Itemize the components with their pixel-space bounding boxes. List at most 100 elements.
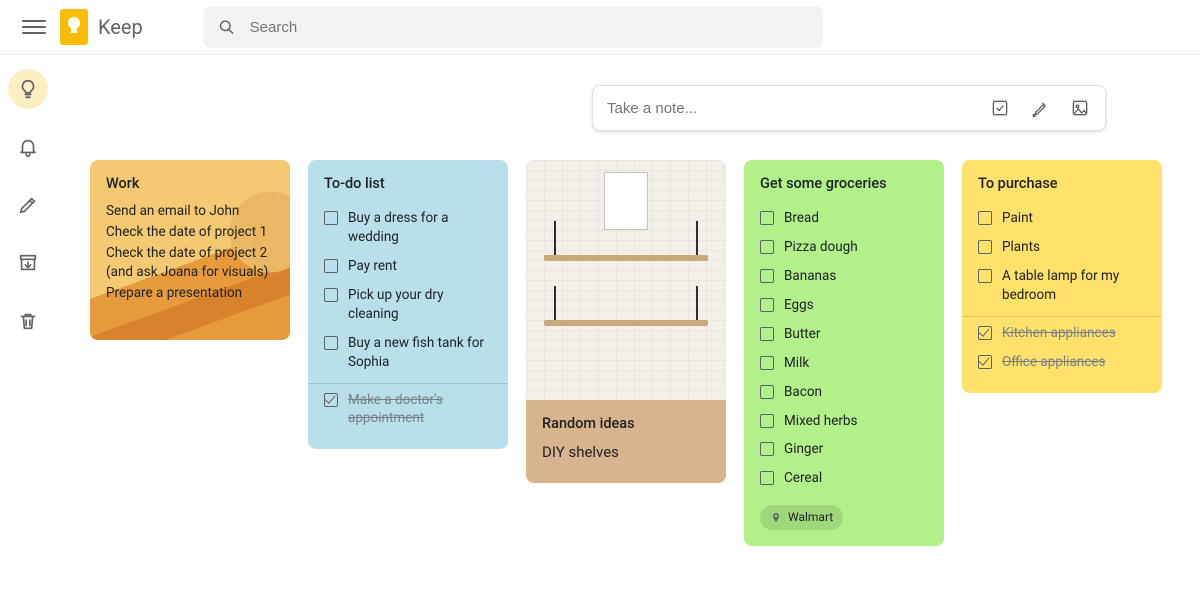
- note-groceries[interactable]: Get some groceries Bread Pizza dough Ban…: [744, 160, 944, 546]
- take-note-input[interactable]: [607, 100, 989, 117]
- sidebar-item-archive[interactable]: [8, 243, 48, 283]
- archive-icon: [17, 252, 39, 274]
- checkbox-icon[interactable]: [760, 269, 774, 283]
- list-item-text: Make a doctor's appointment: [348, 391, 492, 429]
- note-title: Work: [106, 174, 274, 194]
- checkbox-icon[interactable]: [760, 240, 774, 254]
- shelf-decoration: [544, 255, 708, 261]
- list-item-text: Pay rent: [348, 257, 397, 276]
- image-icon: [1070, 98, 1090, 118]
- list-item[interactable]: Kitchen appliances: [978, 319, 1146, 348]
- list-item-text: Plants: [1002, 238, 1040, 257]
- checkbox-icon[interactable]: [760, 327, 774, 341]
- note-image: [526, 160, 726, 400]
- sidebar-item-notes[interactable]: [8, 69, 48, 109]
- list-item-text: Buy a dress for a wedding: [348, 209, 492, 247]
- note-title: Random ideas: [542, 414, 710, 434]
- list-item[interactable]: Buy a dress for a wedding: [324, 204, 492, 252]
- list-item[interactable]: Butter: [760, 320, 928, 349]
- checkbox-icon[interactable]: [760, 356, 774, 370]
- list-item-text: Kitchen appliances: [1002, 324, 1116, 343]
- take-note-bar[interactable]: [592, 85, 1106, 131]
- list-item-text: Buy a new fish tank for Sophia: [348, 334, 492, 372]
- main-menu-button[interactable]: [14, 7, 54, 47]
- list-item[interactable]: Eggs: [760, 291, 928, 320]
- checkbox-icon[interactable]: [978, 211, 992, 225]
- checkbox-icon[interactable]: [324, 336, 338, 350]
- sidebar: [0, 55, 55, 341]
- list-item-text: Bacon: [784, 383, 822, 402]
- list-item[interactable]: Buy a new fish tank for Sophia: [324, 329, 492, 377]
- framed-art-decoration: [604, 172, 648, 230]
- sidebar-item-reminders[interactable]: [8, 127, 48, 167]
- pin-icon: [770, 512, 782, 524]
- pencil-icon: [17, 194, 39, 216]
- completed-divider: [308, 383, 508, 384]
- list-item-text: Mixed herbs: [784, 412, 857, 431]
- checkbox-icon[interactable]: [760, 211, 774, 225]
- checkbox-icon[interactable]: [760, 442, 774, 456]
- new-list-button[interactable]: [989, 97, 1011, 119]
- note-title: To-do list: [324, 174, 492, 194]
- new-image-note-button[interactable]: [1069, 97, 1091, 119]
- checkbox-checked-icon[interactable]: [978, 326, 992, 340]
- list-item-text: Paint: [1002, 209, 1033, 228]
- checkbox-icon[interactable]: [760, 471, 774, 485]
- list-item[interactable]: Ginger: [760, 435, 928, 464]
- trash-icon: [17, 310, 39, 332]
- search-input[interactable]: [250, 19, 809, 36]
- list-item[interactable]: Bacon: [760, 378, 928, 407]
- checkbox-checked-icon[interactable]: [324, 393, 338, 407]
- list-item[interactable]: Make a doctor's appointment: [324, 386, 492, 434]
- note-to-purchase[interactable]: To purchase Paint Plants A table lamp fo…: [962, 160, 1162, 393]
- note-random-ideas[interactable]: Random ideas DIY shelves: [526, 160, 726, 483]
- list-item[interactable]: Cereal: [760, 464, 928, 493]
- checkbox-icon: [990, 98, 1010, 118]
- notes-grid: Work Send an email to John Check the dat…: [90, 160, 1162, 546]
- notes-canvas: Work Send an email to John Check the dat…: [90, 55, 1190, 87]
- location-tag[interactable]: Walmart: [760, 505, 843, 530]
- list-item-text: Office appliances: [1002, 353, 1105, 372]
- checkbox-icon[interactable]: [324, 288, 338, 302]
- list-item[interactable]: Paint: [978, 204, 1146, 233]
- shelf-decoration: [544, 320, 708, 326]
- bell-icon: [17, 136, 39, 158]
- list-item-text: Ginger: [784, 440, 823, 459]
- checkbox-icon[interactable]: [760, 385, 774, 399]
- list-item[interactable]: Plants: [978, 233, 1146, 262]
- list-item[interactable]: Pick up your dry cleaning: [324, 281, 492, 329]
- list-item[interactable]: Bananas: [760, 262, 928, 291]
- list-item[interactable]: Milk: [760, 349, 928, 378]
- list-item[interactable]: Pay rent: [324, 252, 492, 281]
- note-todo[interactable]: To-do list Buy a dress for a wedding Pay…: [308, 160, 508, 449]
- list-item[interactable]: Office appliances: [978, 348, 1146, 377]
- search-bar[interactable]: [203, 6, 823, 48]
- list-item-text: Cereal: [784, 469, 822, 488]
- new-drawing-button[interactable]: [1029, 97, 1051, 119]
- checkbox-icon[interactable]: [760, 414, 774, 428]
- checkbox-checked-icon[interactable]: [978, 355, 992, 369]
- list-item-text: Milk: [784, 354, 809, 373]
- app-name: Keep: [98, 15, 143, 39]
- list-item[interactable]: Bread: [760, 204, 928, 233]
- sidebar-item-edit-labels[interactable]: [8, 185, 48, 225]
- list-item-text: Pick up your dry cleaning: [348, 286, 492, 324]
- list-item[interactable]: A table lamp for my bedroom: [978, 262, 1146, 310]
- sidebar-item-trash[interactable]: [8, 301, 48, 341]
- list-item[interactable]: Pizza dough: [760, 233, 928, 262]
- checkbox-icon[interactable]: [978, 240, 992, 254]
- note-work[interactable]: Work Send an email to John Check the dat…: [90, 160, 290, 340]
- checkbox-icon[interactable]: [324, 259, 338, 273]
- note-title: To purchase: [978, 174, 1146, 194]
- checkbox-icon[interactable]: [978, 269, 992, 283]
- keep-logo-icon: [60, 9, 88, 45]
- brush-icon: [1030, 98, 1050, 118]
- list-item-text: Bananas: [784, 267, 836, 286]
- list-item[interactable]: Mixed herbs: [760, 407, 928, 436]
- app-header: Keep: [0, 0, 1200, 55]
- note-title: Get some groceries: [760, 174, 928, 194]
- checkbox-icon[interactable]: [324, 211, 338, 225]
- checkbox-icon[interactable]: [760, 298, 774, 312]
- list-item-text: A table lamp for my bedroom: [1002, 267, 1146, 305]
- app-logo[interactable]: Keep: [60, 9, 143, 45]
